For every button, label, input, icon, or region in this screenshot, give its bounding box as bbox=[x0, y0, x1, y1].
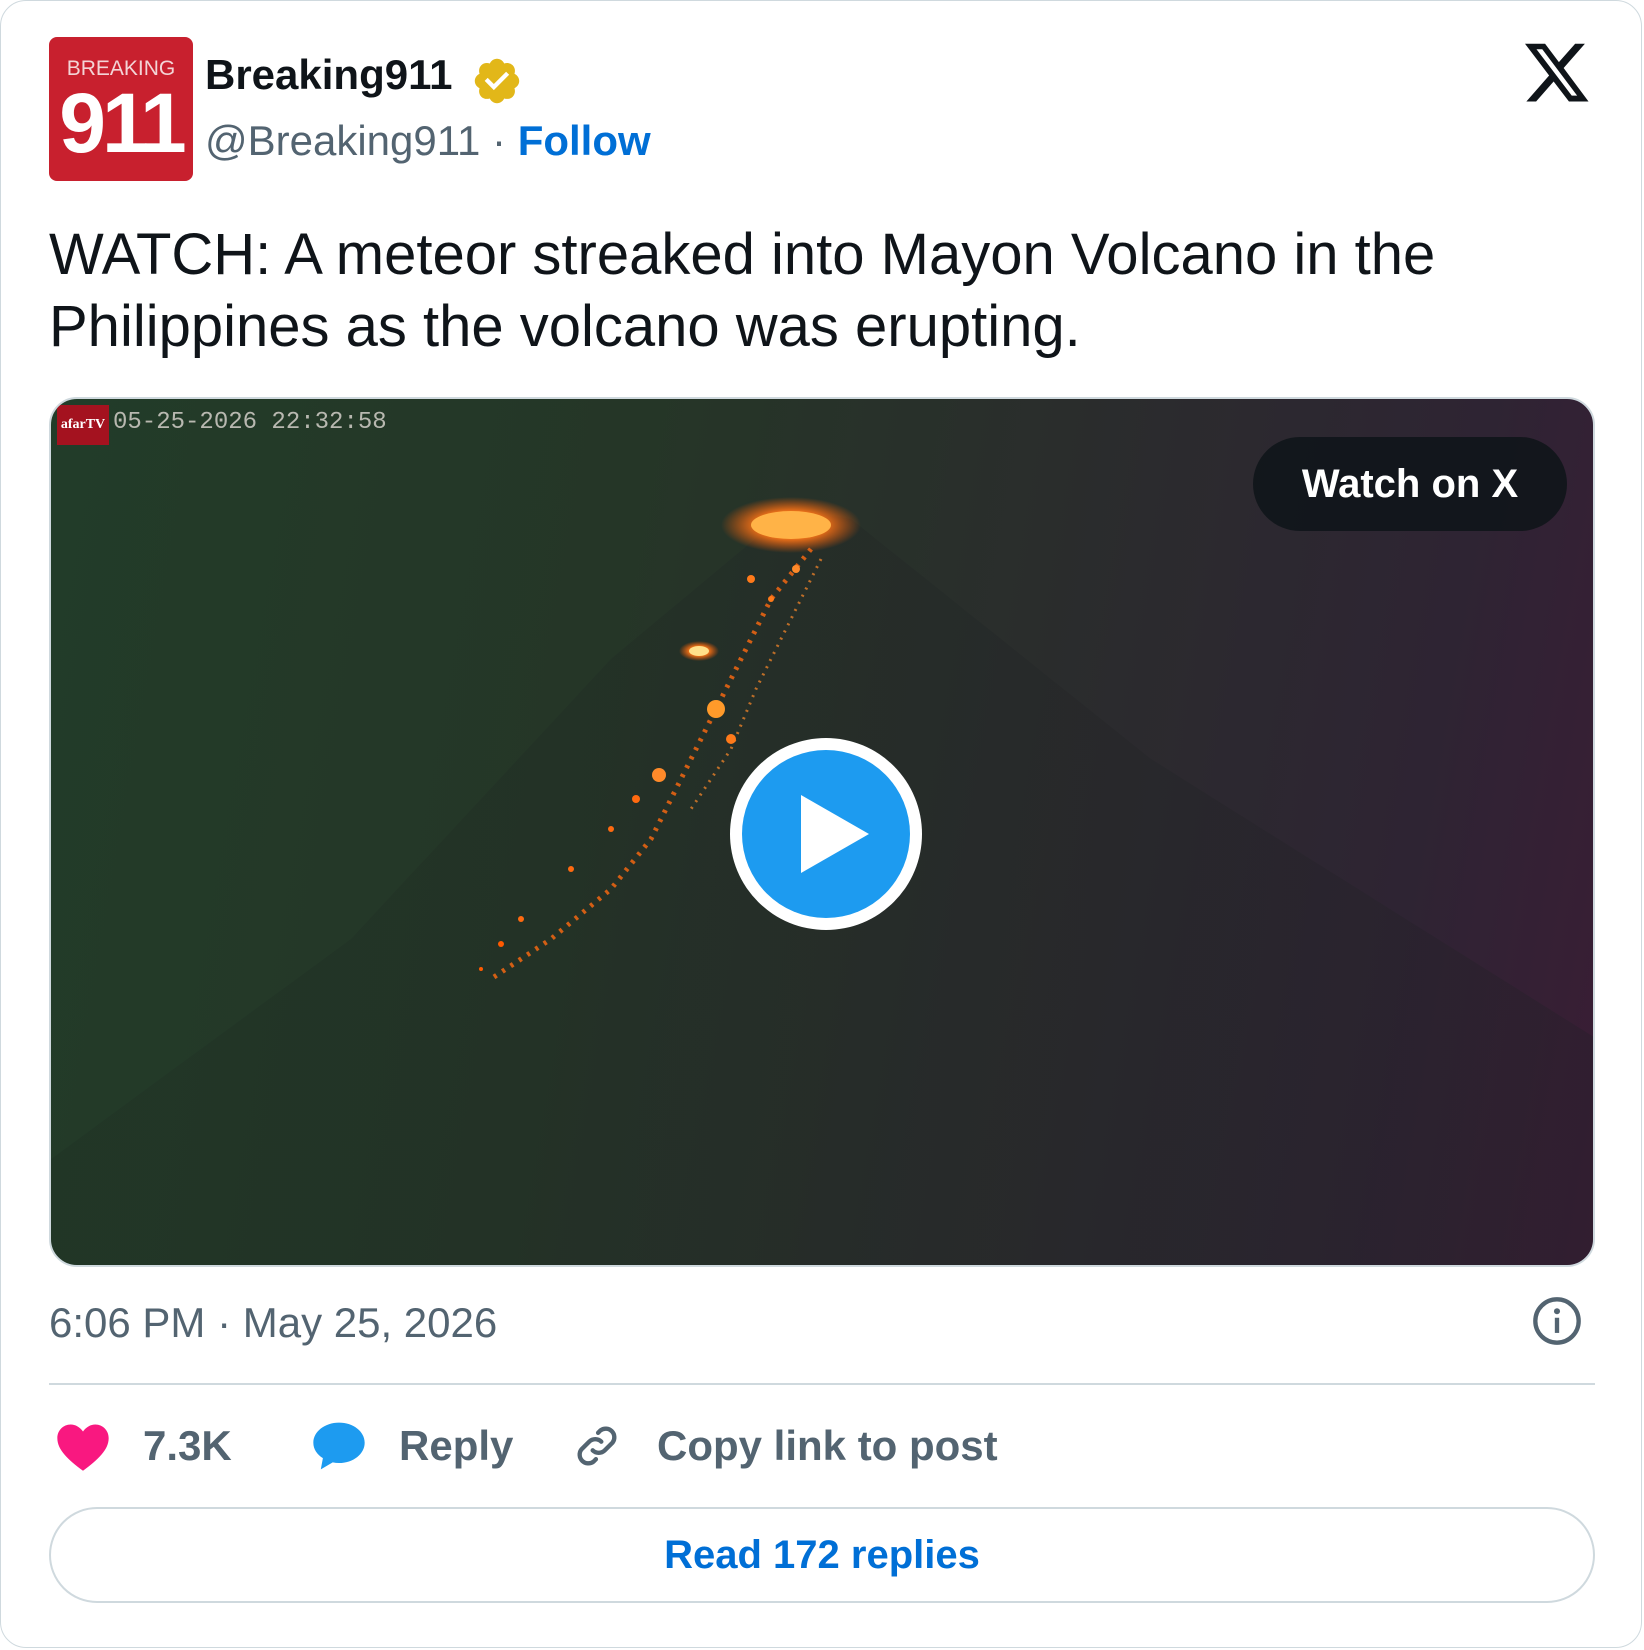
divider bbox=[49, 1383, 1595, 1385]
reply-label: Reply bbox=[399, 1422, 514, 1469]
copy-link-action[interactable]: Copy link to post bbox=[571, 1411, 998, 1481]
info-icon[interactable] bbox=[1531, 1295, 1583, 1347]
like-action[interactable]: 7.3K bbox=[55, 1411, 232, 1481]
avatar[interactable]: BREAKING 911 bbox=[49, 37, 193, 181]
link-icon bbox=[577, 1426, 617, 1466]
video-preview[interactable]: afarTV 05-25-2026 22:32:58 Watch on X bbox=[49, 397, 1595, 1267]
action-bar: 7.3K Reply Copy link to post bbox=[49, 1411, 1595, 1481]
handle[interactable]: @Breaking911 bbox=[205, 117, 480, 164]
like-count: 7.3K bbox=[143, 1422, 232, 1469]
verified-badge-icon bbox=[474, 58, 520, 104]
heart-icon bbox=[57, 1424, 109, 1471]
display-name[interactable]: Breaking911 bbox=[205, 51, 453, 99]
camera-logo: afarTV bbox=[57, 405, 109, 445]
copy-link-label: Copy link to post bbox=[657, 1422, 998, 1469]
post-timestamp[interactable]: 6:06 PM · May 25, 2026 bbox=[49, 1299, 497, 1347]
camera-timestamp: 05-25-2026 22:32:58 bbox=[113, 409, 387, 436]
reply-action[interactable]: Reply bbox=[311, 1411, 513, 1481]
x-logo-icon[interactable] bbox=[1525, 43, 1591, 105]
avatar-number: 911 bbox=[59, 76, 187, 170]
play-icon[interactable] bbox=[725, 733, 927, 935]
tweet-text: WATCH: A meteor streaked into Mayon Volc… bbox=[49, 222, 1436, 359]
handle-row: @Breaking911 · Follow bbox=[205, 117, 651, 165]
watch-on-x-button[interactable]: Watch on X bbox=[1253, 437, 1567, 531]
follow-button[interactable]: Follow bbox=[518, 117, 651, 164]
tweet-card: BREAKING 911 Breaking911 @Breaking911 · … bbox=[0, 0, 1642, 1648]
read-replies-button[interactable]: Read 172 replies bbox=[49, 1507, 1595, 1603]
separator: · bbox=[492, 117, 507, 164]
reply-bubble-icon bbox=[313, 1422, 365, 1470]
